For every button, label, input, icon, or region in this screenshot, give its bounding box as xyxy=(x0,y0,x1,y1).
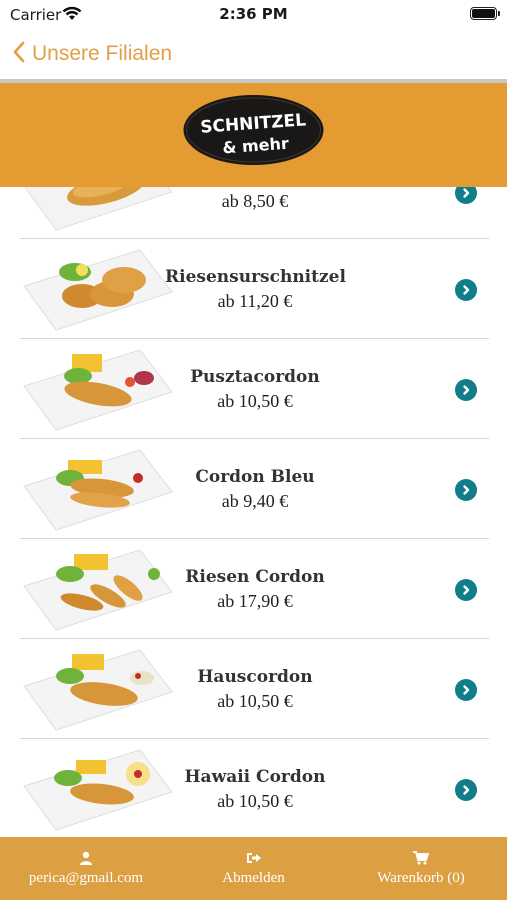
dish-image xyxy=(23,349,173,431)
item-name: Riesensurschnitzel xyxy=(165,267,346,287)
item-price: ab 10,50 € xyxy=(217,791,293,811)
chevron-right-icon[interactable] xyxy=(455,379,477,401)
chevron-left-icon xyxy=(12,40,26,69)
chevron-right-icon[interactable] xyxy=(455,279,477,301)
item-price: ab 10,50 € xyxy=(217,691,293,711)
dish-image xyxy=(24,187,173,231)
status-time: 2:36 PM xyxy=(219,5,288,23)
list-item[interactable]: Cordon Bleu ab 9,40 € xyxy=(0,439,507,539)
tab-account[interactable]: perica@gmail.com xyxy=(0,837,172,900)
dish-image xyxy=(23,749,173,831)
chevron-right-icon[interactable] xyxy=(455,779,477,801)
header-banner: SCHNITZEL & mehr xyxy=(0,83,507,187)
list-item[interactable]: Hawaii Cordon ab 10,50 € xyxy=(0,739,507,837)
list-item[interactable]: Riesensurschnitzel ab 11,20 € xyxy=(0,239,507,339)
list-item[interactable]: Hauscordon ab 10,50 € xyxy=(0,639,507,739)
bottom-tab-bar: perica@gmail.com Abmelden Warenkorb (0) xyxy=(0,837,507,900)
dish-image xyxy=(23,649,173,731)
brand-logo: SCHNITZEL & mehr xyxy=(182,93,325,167)
tab-label: perica@gmail.com xyxy=(28,870,144,886)
back-label: Unsere Filialen xyxy=(32,42,173,65)
menu-list[interactable]: ab 8,50 € Riesensurschnitzel ab 11,20 € xyxy=(0,187,507,837)
chevron-right-icon[interactable] xyxy=(455,479,477,501)
dish-image xyxy=(23,449,173,531)
cart-icon xyxy=(413,850,429,866)
list-item[interactable]: ab 8,50 € xyxy=(0,187,507,239)
item-price: ab 9,40 € xyxy=(221,491,289,511)
item-price: ab 17,90 € xyxy=(217,591,293,611)
status-bar: Carrier 2:36 PM xyxy=(0,0,507,28)
tab-label: Abmelden xyxy=(222,870,285,886)
list-item[interactable]: Pusztacordon ab 10,50 € xyxy=(0,339,507,439)
item-name: Pusztacordon xyxy=(190,367,320,387)
battery-icon xyxy=(470,7,500,20)
dish-image xyxy=(23,249,173,331)
tab-logout[interactable]: Abmelden xyxy=(172,837,335,900)
tab-cart[interactable]: Warenkorb (0) xyxy=(335,837,507,900)
back-button[interactable]: Unsere Filialen xyxy=(12,38,172,70)
user-icon xyxy=(79,850,93,866)
sign-out-icon xyxy=(246,850,262,866)
item-price: ab 11,20 € xyxy=(217,291,293,311)
item-name: Hawaii Cordon xyxy=(184,767,326,787)
item-name: Riesen Cordon xyxy=(185,567,325,587)
item-name: Cordon Bleu xyxy=(195,467,315,487)
chevron-right-icon[interactable] xyxy=(455,187,477,204)
item-price: ab 8,50 € xyxy=(221,191,289,211)
tab-label: Warenkorb (0) xyxy=(377,870,465,886)
navigation-bar: Unsere Filialen xyxy=(0,28,507,80)
chevron-right-icon[interactable] xyxy=(455,579,477,601)
dish-image xyxy=(23,549,173,631)
list-item[interactable]: Riesen Cordon ab 17,90 € xyxy=(0,539,507,639)
item-price: ab 10,50 € xyxy=(217,391,293,411)
item-name: Hauscordon xyxy=(197,667,313,687)
chevron-right-icon[interactable] xyxy=(455,679,477,701)
